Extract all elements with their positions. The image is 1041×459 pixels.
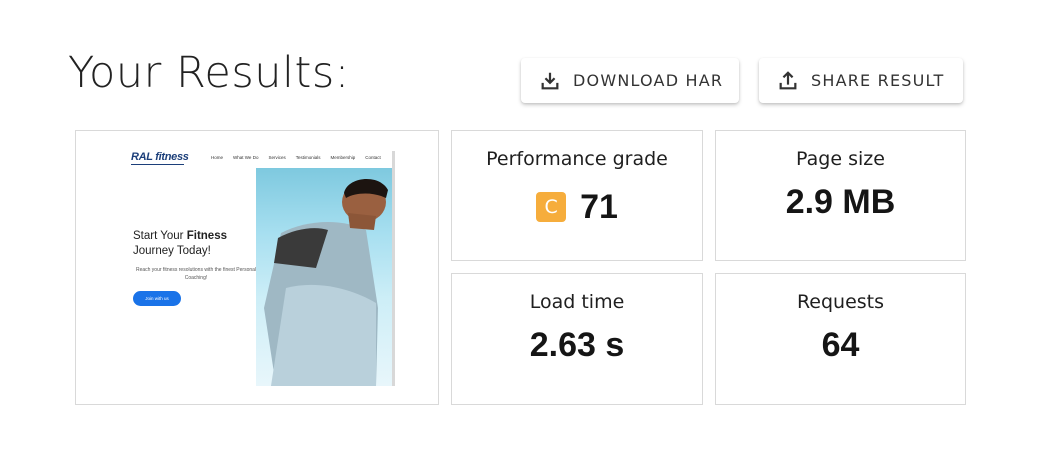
preview-logo-underline — [131, 164, 184, 165]
requests-label: Requests — [796, 291, 885, 313]
preview-headline: Start Your Fitness — [133, 230, 227, 242]
performance-grade-label: Performance grade — [486, 148, 668, 170]
performance-grade-value: C 71 — [452, 183, 702, 227]
preview-headline-line2: Journey Today! — [133, 245, 211, 257]
load-time-value: 2.63 s — [529, 326, 625, 364]
preview-subtext: Reach your fitness resolutions with the … — [135, 267, 257, 281]
load-time-card: Load time 2.63 s — [451, 273, 703, 405]
preview-nav-item: Contact — [365, 155, 381, 160]
preview-logo: RAL fitness — [131, 151, 189, 163]
share-result-label: SHARE RESULT — [811, 71, 945, 90]
performance-score: 71 — [580, 187, 618, 226]
requests-card: Requests 64 — [715, 273, 966, 405]
grade-badge: C — [536, 192, 567, 222]
preview-hero-photo — [256, 168, 392, 386]
preview-nav-item: Membership — [330, 155, 356, 160]
preview-scrollbar — [392, 151, 395, 386]
preview-nav-item: What We Do — [233, 155, 259, 160]
requests-value: 64 — [821, 326, 860, 364]
page-size-value: 2.9 MB — [785, 183, 896, 221]
preview-cta-button: Join with us — [133, 291, 181, 306]
page-title: Your Results: — [68, 48, 350, 98]
preview-nav-item: Home — [211, 155, 224, 160]
preview-nav-item: Testimonials — [295, 155, 321, 160]
website-preview: RAL fitness Home What We Do Services Tes… — [127, 148, 395, 386]
preview-nav-item: Services — [268, 155, 286, 160]
share-icon — [779, 70, 797, 89]
download-har-button[interactable]: DOWNLOAD HAR — [521, 58, 739, 103]
performance-grade-card: Performance grade C 71 — [451, 130, 703, 261]
page-screenshot-card: RAL fitness Home What We Do Services Tes… — [75, 130, 439, 405]
preview-nav: Home What We Do Services Testimonials Me… — [211, 155, 381, 160]
download-har-label: DOWNLOAD HAR — [573, 71, 724, 90]
page-size-label: Page size — [796, 148, 885, 170]
download-icon — [541, 72, 559, 89]
page-size-card: Page size 2.9 MB — [715, 130, 966, 261]
share-result-button[interactable]: SHARE RESULT — [759, 58, 963, 103]
load-time-label: Load time — [529, 291, 625, 313]
